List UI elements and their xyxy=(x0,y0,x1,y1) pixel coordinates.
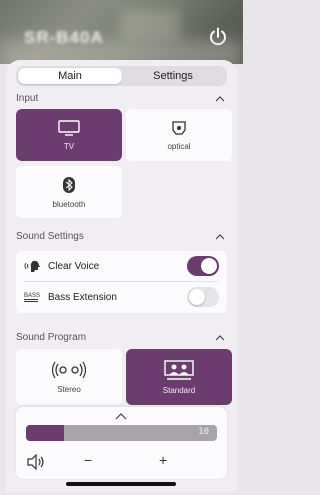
toggle-knob xyxy=(189,289,205,305)
bluetooth-icon xyxy=(63,176,75,193)
sound-settings-collapse-chevron-icon[interactable] xyxy=(215,233,225,241)
stereo-speakers-icon xyxy=(52,361,86,378)
input-section-title: Input xyxy=(16,93,39,104)
input-collapse-chevron-icon[interactable] xyxy=(215,95,225,103)
volume-card: 10 − + xyxy=(16,407,227,479)
bass-extension-label: Bass Extension xyxy=(48,291,117,303)
standard-program-icon xyxy=(164,359,194,380)
device-header: SR-B40A xyxy=(0,0,243,64)
volume-value: 10 xyxy=(198,427,209,437)
volume-slider[interactable]: 10 xyxy=(26,425,217,441)
program-stereo-label: Stereo xyxy=(57,384,81,394)
home-indicator xyxy=(66,482,176,486)
volume-down-button[interactable]: − xyxy=(84,452,92,468)
sound-settings-section-title: Sound Settings xyxy=(16,231,84,242)
program-stereo-tile[interactable]: Stereo xyxy=(16,349,122,405)
speaker-icon[interactable] xyxy=(26,453,46,473)
power-icon xyxy=(210,27,226,46)
clear-voice-label: Clear Voice xyxy=(48,260,100,272)
main-panel: Main Settings Input TV optical bluetooth… xyxy=(6,60,237,492)
input-bluetooth-tile[interactable]: bluetooth xyxy=(16,166,122,218)
tab-settings[interactable]: Settings xyxy=(121,68,225,84)
bass-extension-icon: BASS xyxy=(24,293,46,302)
input-tv-tile[interactable]: TV xyxy=(16,109,122,161)
bass-extension-toggle[interactable] xyxy=(187,287,219,307)
clear-voice-row: Clear Voice xyxy=(16,251,227,281)
optical-icon xyxy=(172,120,186,135)
input-tv-label: TV xyxy=(63,141,75,151)
clear-voice-toggle[interactable] xyxy=(187,256,219,276)
sound-program-section-title: Sound Program xyxy=(16,332,87,343)
expand-chevron-icon[interactable] xyxy=(114,412,128,420)
input-optical-label: optical xyxy=(167,141,191,151)
device-name: SR-B40A xyxy=(24,28,104,47)
power-button[interactable] xyxy=(207,26,229,48)
toggle-knob xyxy=(201,258,217,274)
program-standard-tile[interactable]: Standard xyxy=(126,349,232,405)
bass-extension-row: BASS Bass Extension xyxy=(16,282,227,312)
volume-up-button[interactable]: + xyxy=(159,452,167,468)
sound-settings-card: Clear Voice BASS Bass Extension xyxy=(16,251,227,313)
clear-voice-icon xyxy=(24,260,46,272)
input-bluetooth-label: bluetooth xyxy=(52,199,86,209)
tab-main[interactable]: Main xyxy=(18,68,122,84)
program-standard-label: Standard xyxy=(162,385,196,395)
tab-switcher: Main Settings xyxy=(16,66,227,86)
tv-icon xyxy=(58,119,80,136)
sound-program-collapse-chevron-icon[interactable] xyxy=(215,334,225,342)
input-optical-tile[interactable]: optical xyxy=(126,109,232,161)
volume-fill xyxy=(26,425,65,441)
